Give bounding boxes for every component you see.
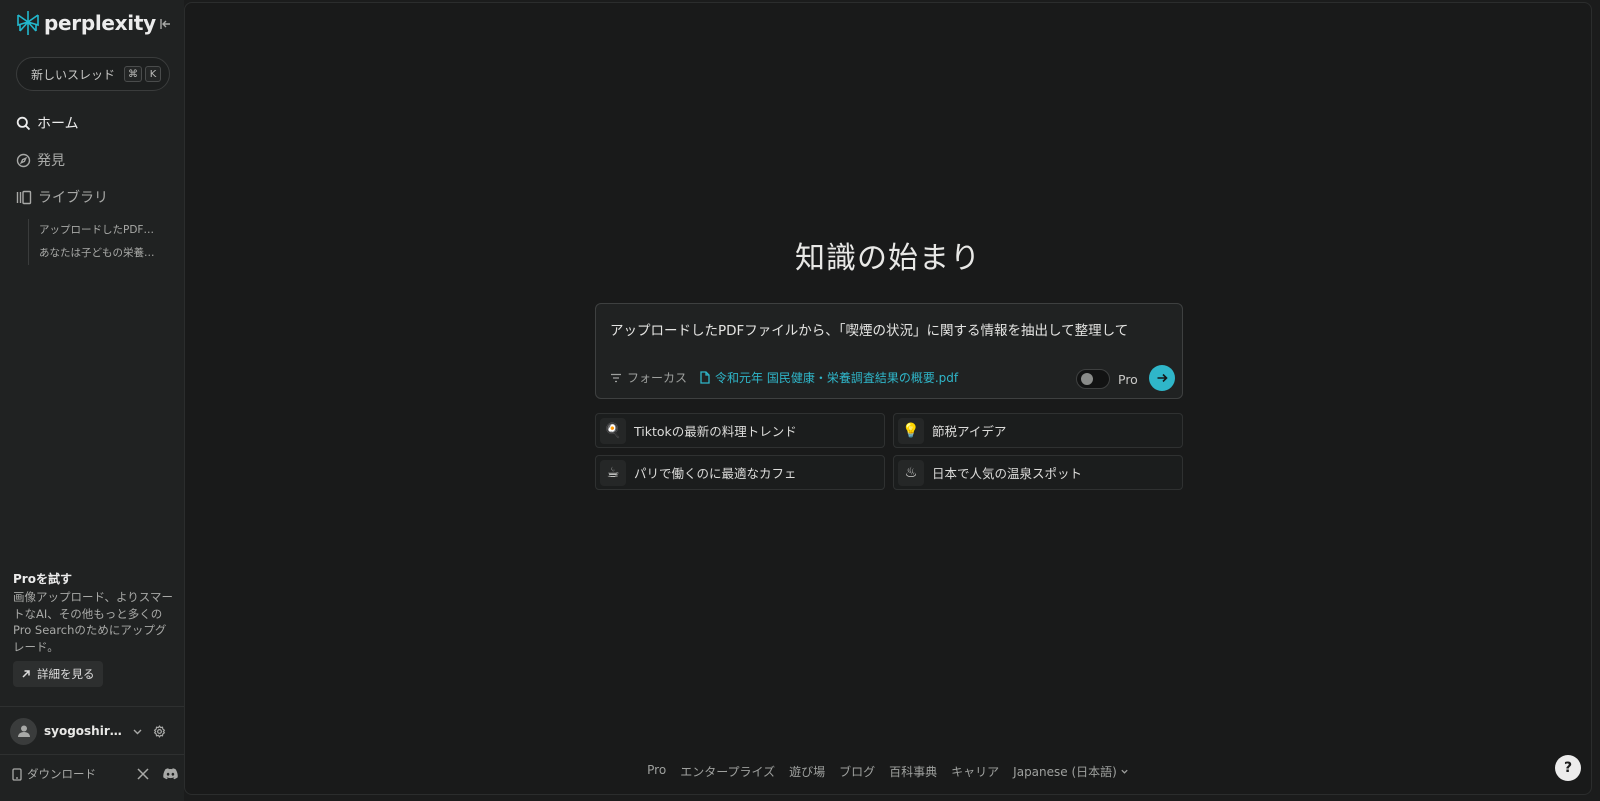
- username: syogoshiro8...: [44, 724, 122, 738]
- learn-more-button[interactable]: 詳細を見る: [13, 661, 103, 687]
- discord-icon[interactable]: [163, 768, 178, 780]
- chevron-down-icon[interactable]: [132, 726, 143, 737]
- language-selector[interactable]: Japanese (日本語): [1013, 763, 1129, 780]
- phone-icon: [12, 767, 22, 781]
- sidebar-item-label: ホーム: [37, 116, 79, 132]
- learn-more-label: 詳細を見る: [37, 667, 95, 681]
- app-root: perplexity 新しいスレッド ⌘ K ホーム 発見 ライブラリ アップロ…: [0, 0, 1600, 801]
- chevron-down-icon: [1121, 769, 1128, 774]
- kbd-k: K: [145, 66, 161, 82]
- sidebar-item-label: ライブラリ: [38, 190, 108, 206]
- pro-promo-title: Proを試す: [13, 572, 72, 586]
- logo-wordmark: perplexity: [44, 11, 156, 35]
- user-icon: [17, 725, 30, 737]
- pro-toggle-group: Pro: [1076, 369, 1138, 389]
- collapse-icon: [160, 19, 170, 29]
- library-thread-item[interactable]: アップロードしたPDFフ...: [39, 219, 158, 242]
- new-thread-shortcut: ⌘ K: [124, 66, 161, 82]
- footer-link-encyclopedia[interactable]: 百科事典: [889, 763, 937, 780]
- library-icon: [16, 190, 32, 204]
- suggestion-text: 日本で人気の温泉スポット: [932, 466, 1083, 481]
- gear-icon[interactable]: [153, 724, 166, 738]
- pro-promo: Proを試す 画像アップロード、よりスマートなAI、その他もっと多くのPro S…: [13, 570, 173, 687]
- logo[interactable]: perplexity: [16, 10, 156, 36]
- pro-promo-description: 画像アップロード、よりスマートなAI、その他もっと多くのPro Searchのた…: [13, 590, 173, 654]
- download-label: ダウンロード: [27, 767, 96, 781]
- footer-link-careers[interactable]: キャリア: [951, 763, 999, 780]
- language-label: Japanese (日本語): [1013, 765, 1117, 779]
- sidebar-item-home[interactable]: ホーム: [16, 110, 172, 136]
- help-button[interactable]: ?: [1555, 755, 1581, 781]
- lightbulb-icon: 💡: [898, 417, 924, 444]
- library-threads: アップロードしたPDFフ... あなたは子どもの栄養管...: [28, 219, 158, 265]
- filter-icon: [611, 373, 621, 382]
- coffee-icon: ☕: [600, 459, 626, 486]
- attached-file-name: 令和元年 国民健康・栄養調査結果の概要.pdf: [715, 371, 959, 385]
- footer-link-enterprise[interactable]: エンタープライズ: [680, 763, 775, 780]
- focus-label: フォーカス: [627, 371, 688, 385]
- footer-links: Pro エンタープライズ 遊び場 ブログ 百科事典 キャリア Japanese …: [185, 763, 1591, 780]
- collapse-sidebar-button[interactable]: [158, 16, 174, 32]
- social-links: [137, 768, 178, 780]
- file-icon: [700, 371, 710, 384]
- footer-link-blog[interactable]: ブログ: [839, 763, 875, 780]
- kbd-cmd: ⌘: [124, 66, 142, 82]
- new-thread-button[interactable]: 新しいスレッド ⌘ K: [16, 57, 170, 91]
- sidebar-divider: [0, 754, 184, 755]
- perplexity-logo-icon: [17, 11, 39, 35]
- sidebar-item-library[interactable]: ライブラリ: [16, 184, 172, 210]
- focus-button[interactable]: フォーカス: [610, 369, 687, 386]
- suggestion-text: 節税アイデア: [932, 424, 1007, 439]
- suggestion-card[interactable]: ☕ パリで働くのに最適なカフェ: [595, 455, 885, 490]
- x-icon[interactable]: [137, 768, 149, 780]
- new-thread-label: 新しいスレッド: [31, 67, 116, 82]
- suggestion-text: Tiktokの最新の料理トレンド: [634, 424, 797, 439]
- search-icon: [16, 116, 31, 130]
- pro-toggle[interactable]: [1076, 369, 1110, 389]
- sidebar-item-label: 発見: [37, 153, 65, 169]
- search-box[interactable]: アップロードしたPDFファイルから、「喫煙の状況」に関する情報を抽出して整理して…: [595, 303, 1183, 399]
- sidebar-bottom: ダウンロード: [12, 764, 178, 784]
- sidebar: perplexity 新しいスレッド ⌘ K ホーム 発見 ライブラリ アップロ…: [0, 0, 184, 801]
- submit-button[interactable]: [1149, 365, 1175, 391]
- sidebar-item-discover[interactable]: 発見: [16, 147, 172, 173]
- hot-spring-icon: ♨: [898, 459, 924, 486]
- footer-link-playground[interactable]: 遊び場: [789, 763, 825, 780]
- suggestion-card[interactable]: 💡 節税アイデア: [893, 413, 1183, 448]
- attached-file[interactable]: 令和元年 国民健康・栄養調査結果の概要.pdf: [700, 369, 958, 386]
- arrow-up-right-icon: [22, 670, 30, 678]
- frying-pan-icon: 🍳: [600, 417, 626, 444]
- arrow-right-icon: [1157, 373, 1168, 383]
- user-menu[interactable]: syogoshiro8...: [10, 716, 176, 746]
- footer-link-pro[interactable]: Pro: [647, 763, 666, 780]
- sidebar-nav: ホーム 発見 ライブラリ: [16, 110, 172, 221]
- pro-toggle-label: Pro: [1118, 371, 1138, 387]
- suggestion-card[interactable]: 🍳 Tiktokの最新の料理トレンド: [595, 413, 885, 448]
- page-title: 知識の始まり: [795, 241, 981, 276]
- library-thread-item[interactable]: あなたは子どもの栄養管...: [39, 242, 158, 265]
- suggestion-card[interactable]: ♨ 日本で人気の温泉スポット: [893, 455, 1183, 490]
- avatar[interactable]: [10, 717, 37, 745]
- download-link[interactable]: ダウンロード: [12, 766, 96, 782]
- suggestion-text: パリで働くのに最適なカフェ: [634, 466, 797, 481]
- main-panel: 知識の始まり アップロードしたPDFファイルから、「喫煙の状況」に関する情報を抽…: [184, 2, 1592, 795]
- sidebar-divider: [0, 706, 184, 707]
- compass-icon: [16, 153, 31, 167]
- search-input[interactable]: アップロードしたPDFファイルから、「喫煙の状況」に関する情報を抽出して整理して: [610, 319, 1128, 339]
